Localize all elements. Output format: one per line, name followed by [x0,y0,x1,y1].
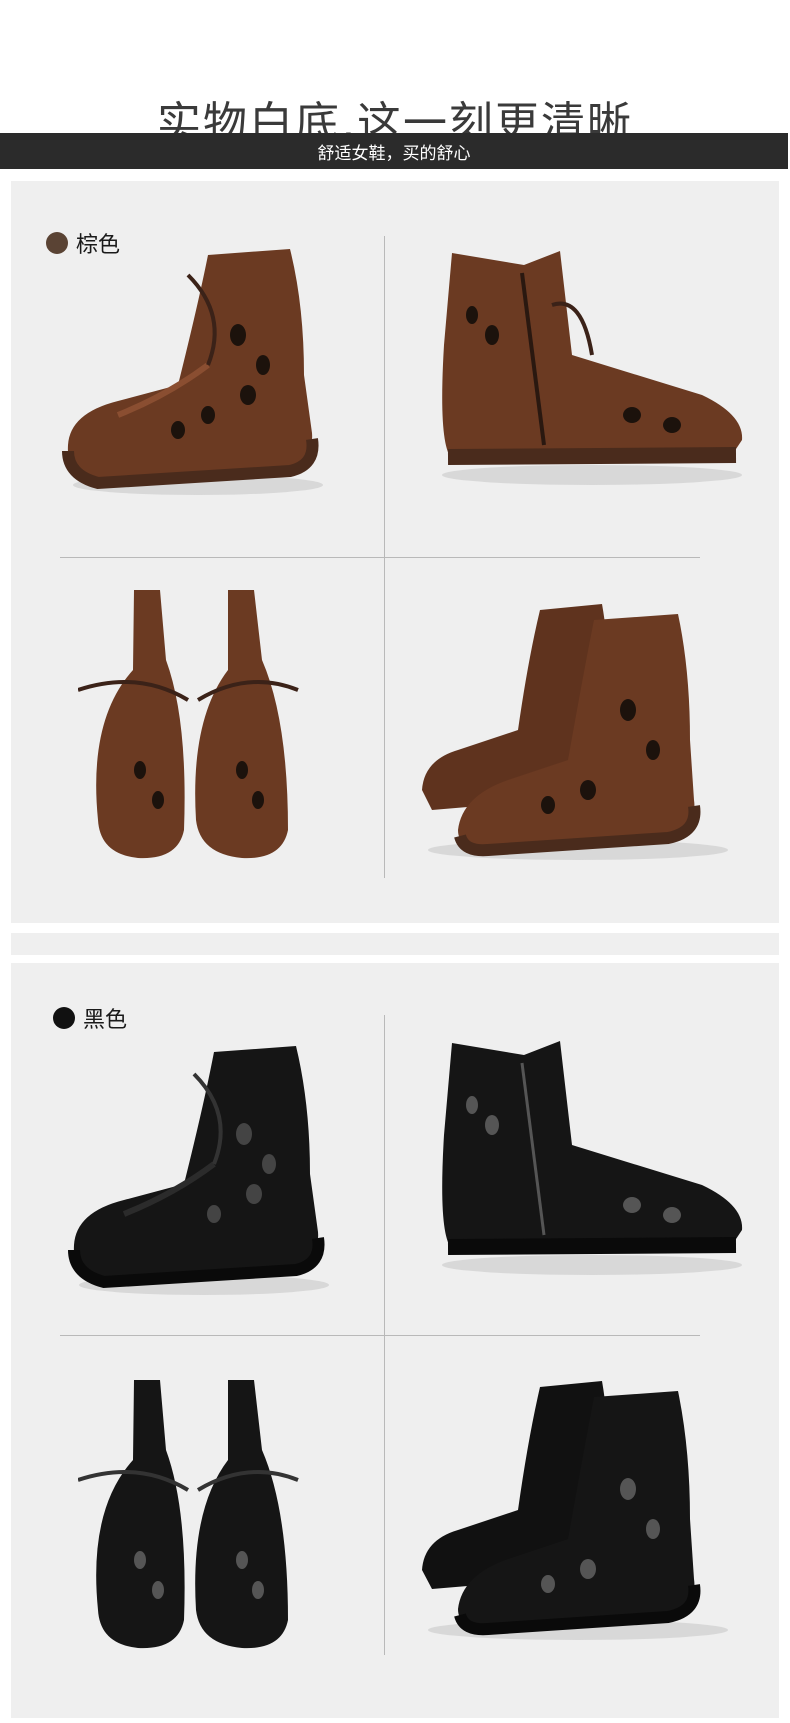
brown-boot-side-view-image [58,245,338,505]
brown-boot-pair-angled-image [418,600,738,865]
black-color-dot [53,1007,75,1029]
black-boot-pair-front-image [78,1360,308,1660]
black-color-text: 黑色 [83,1008,128,1033]
subtitle-banner: 舒适女鞋，买的舒心 [0,133,788,169]
brown-boot-pair-front-image [78,570,308,870]
black-color-label: 黑色 [53,1002,127,1034]
subtitle-text: 舒适女鞋，买的舒心 [317,143,471,164]
black-boot-side-view-image [64,1040,344,1305]
black-grid-horizontal-divider [60,1335,700,1336]
black-boot-zipper-side-image [432,1035,752,1280]
bottom-strip [11,1706,779,1718]
section-divider-strip [11,933,779,955]
black-boot-pair-angled-image [418,1375,738,1645]
brown-grid-horizontal-divider [60,557,700,558]
brown-boot-zipper-side-image [432,245,752,490]
